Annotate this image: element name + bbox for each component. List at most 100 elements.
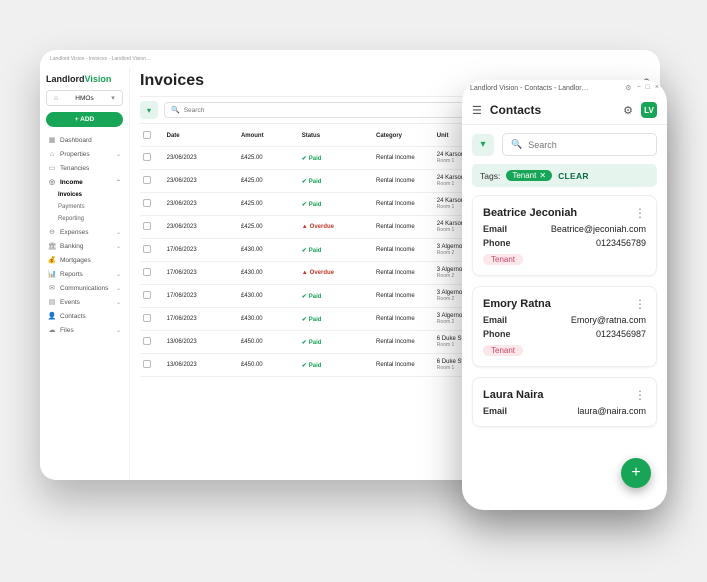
row-checkbox[interactable]: [143, 314, 151, 322]
dashboard-icon: ▦: [48, 136, 56, 144]
col-amount[interactable]: Amount: [238, 126, 299, 147]
chevron-down-icon: ⌄: [116, 327, 121, 334]
close-icon[interactable]: ×: [655, 84, 659, 92]
row-checkbox[interactable]: [143, 245, 151, 253]
cell-amount: £425.00: [238, 193, 299, 216]
cell-status: ✔Paid: [299, 239, 373, 262]
tags-label: Tags:: [480, 171, 500, 181]
cell-date: 23/06/2023: [164, 170, 238, 193]
nav-payments[interactable]: Payments: [46, 201, 123, 213]
chevron-down-icon: ⌄: [116, 243, 121, 250]
col-status[interactable]: Status: [299, 126, 373, 147]
contact-email: Emory@ratna.com: [571, 315, 646, 325]
search-box[interactable]: 🔍: [502, 133, 657, 156]
contact-email: Beatrice@jeconiah.com: [551, 224, 646, 234]
nav-files[interactable]: ☁Files⌄: [46, 323, 123, 337]
income-icon: ◎: [48, 178, 56, 186]
cell-amount: £425.00: [238, 170, 299, 193]
nav-properties[interactable]: ⌂Properties⌄: [46, 147, 123, 161]
cell-amount: £450.00: [238, 331, 299, 354]
warning-icon: ▲: [302, 270, 308, 276]
contact-card[interactable]: Emory Ratna⋮EmailEmory@ratna.comPhone012…: [472, 286, 657, 367]
row-checkbox[interactable]: [143, 291, 151, 299]
row-checkbox[interactable]: [143, 222, 151, 230]
clear-tags-link[interactable]: CLEAR: [558, 171, 589, 181]
nav-income[interactable]: ◎Income⌃: [46, 175, 123, 189]
nav-banking[interactable]: 🏛Banking⌄: [46, 239, 123, 253]
row-checkbox[interactable]: [143, 268, 151, 276]
minimize-icon[interactable]: −: [637, 84, 641, 92]
tenant-badge: Tenant: [483, 254, 523, 265]
phone-window: Landlord Vision - Contacts - Landlor… ⚙ …: [462, 80, 667, 510]
nav-communications[interactable]: ✉Communications⌄: [46, 281, 123, 295]
cell-date: 17/06/2023: [164, 308, 238, 331]
tag-chip-tenant[interactable]: Tenant ✕: [506, 170, 552, 181]
select-all-checkbox[interactable]: [143, 131, 151, 139]
more-icon[interactable]: ⋮: [634, 206, 646, 220]
nav-mortgages[interactable]: 💰Mortgages: [46, 253, 123, 267]
reports-icon: 📊: [48, 270, 56, 278]
remove-tag-icon[interactable]: ✕: [539, 171, 546, 180]
add-contact-fab[interactable]: +: [621, 458, 651, 488]
col-date[interactable]: Date: [164, 126, 238, 147]
chevron-down-icon: ⌄: [116, 299, 121, 306]
row-checkbox[interactable]: [143, 337, 151, 345]
check-icon: ✔: [302, 156, 307, 162]
filter-button[interactable]: ▾: [472, 134, 494, 156]
hmos-selector[interactable]: ⌂ HMOs ▾: [46, 90, 123, 106]
cell-category: Rental Income: [373, 170, 434, 193]
nav-reports[interactable]: 📊Reports⌄: [46, 267, 123, 281]
nav-dashboard[interactable]: ▦Dashboard: [46, 133, 123, 147]
add-button[interactable]: + ADD: [46, 112, 123, 127]
filter-button[interactable]: ▾: [140, 101, 158, 119]
chevron-down-icon: ⌄: [116, 229, 121, 236]
row-checkbox[interactable]: [143, 360, 151, 368]
cell-status: ✔Paid: [299, 147, 373, 170]
maximize-icon[interactable]: □: [646, 84, 650, 92]
plus-icon: +: [631, 464, 640, 482]
more-icon[interactable]: ⋮: [634, 297, 646, 311]
cell-status: ▲Overdue: [299, 216, 373, 239]
contact-card[interactable]: Laura Naira⋮Emaillaura@naira.com: [472, 377, 657, 427]
filter-icon: ▾: [147, 106, 151, 115]
gear-icon[interactable]: ⚙: [623, 104, 633, 117]
cell-status: ▲Overdue: [299, 262, 373, 285]
contacts-title: Contacts: [490, 103, 615, 117]
cell-amount: £430.00: [238, 285, 299, 308]
nav-tenancies[interactable]: ▭Tenancies: [46, 161, 123, 175]
search-input[interactable]: [528, 140, 648, 150]
nav-reporting[interactable]: Reporting: [46, 213, 123, 225]
email-label: Email: [483, 224, 507, 234]
email-label: Email: [483, 315, 507, 325]
cell-category: Rental Income: [373, 239, 434, 262]
cell-amount: £430.00: [238, 308, 299, 331]
cell-category: Rental Income: [373, 331, 434, 354]
nav-expenses[interactable]: ⊖Expenses⌄: [46, 225, 123, 239]
row-checkbox[interactable]: [143, 199, 151, 207]
contact-card[interactable]: Beatrice Jeconiah⋮EmailBeatrice@jeconiah…: [472, 195, 657, 276]
row-checkbox[interactable]: [143, 153, 151, 161]
cell-amount: £450.00: [238, 354, 299, 377]
cell-category: Rental Income: [373, 147, 434, 170]
comm-icon: ✉: [48, 284, 56, 292]
cell-date: 17/06/2023: [164, 239, 238, 262]
row-checkbox[interactable]: [143, 176, 151, 184]
more-icon[interactable]: ⋮: [634, 388, 646, 402]
check-icon: ✔: [302, 340, 307, 346]
phone-label: Phone: [483, 329, 511, 339]
cell-category: Rental Income: [373, 285, 434, 308]
gear-icon[interactable]: ⚙: [625, 84, 631, 92]
menu-icon[interactable]: ☰: [472, 104, 482, 117]
cell-amount: £425.00: [238, 216, 299, 239]
email-label: Email: [483, 406, 507, 416]
col-category[interactable]: Category: [373, 126, 434, 147]
search-icon: 🔍: [511, 139, 522, 150]
check-icon: ✔: [302, 294, 307, 300]
nav-events[interactable]: ▤Events⌄: [46, 295, 123, 309]
breadcrumb: Landlord Vision - Invoices - Landlord Vi…: [40, 50, 660, 68]
nav-contacts[interactable]: 👤Contacts: [46, 309, 123, 323]
search-input[interactable]: [184, 107, 244, 114]
contact-phone: 0123456789: [596, 238, 646, 248]
hmos-label: HMOs: [75, 95, 93, 102]
nav-invoices[interactable]: Invoices: [46, 189, 123, 201]
